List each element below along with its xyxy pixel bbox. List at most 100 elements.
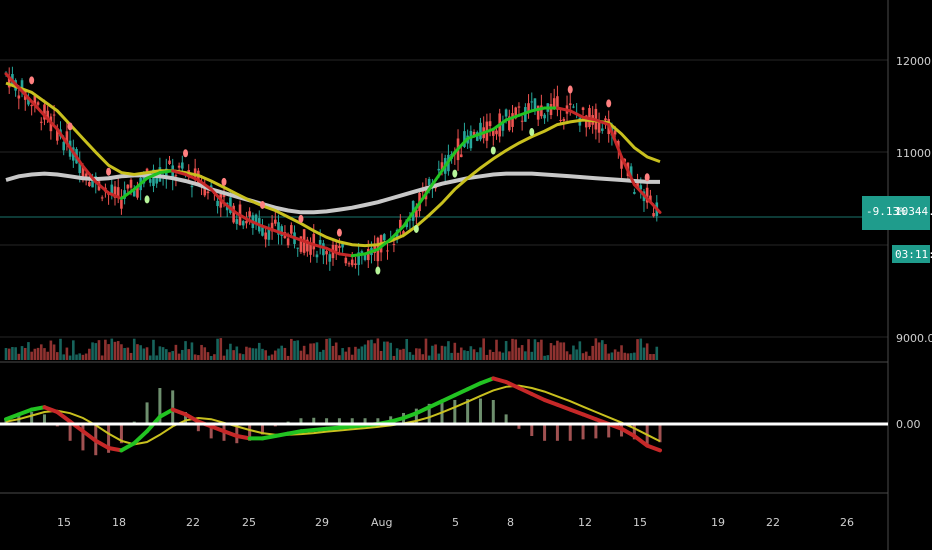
volume-bar bbox=[629, 353, 633, 360]
macd-histogram-bar bbox=[530, 424, 534, 436]
signal-dot bbox=[375, 266, 381, 275]
volume-bar bbox=[88, 348, 91, 360]
candle-body bbox=[315, 254, 319, 258]
candle-body bbox=[318, 240, 322, 245]
candle-body bbox=[338, 245, 341, 248]
volume-bar bbox=[126, 347, 130, 360]
volume-bar bbox=[623, 352, 627, 360]
volume-bar bbox=[581, 353, 585, 360]
candle-body bbox=[437, 168, 441, 171]
candle-body bbox=[216, 200, 219, 207]
candle-body bbox=[36, 102, 40, 105]
candle-body bbox=[190, 185, 194, 188]
volume-bar bbox=[456, 352, 460, 360]
volume-bar bbox=[620, 345, 623, 360]
macd-histogram-bar bbox=[171, 390, 175, 424]
volume-bar bbox=[508, 351, 511, 360]
candle-body bbox=[248, 211, 251, 217]
candle-body bbox=[552, 98, 556, 108]
volume-bar bbox=[607, 353, 611, 360]
volume-bar bbox=[437, 353, 441, 360]
volume-bar bbox=[190, 342, 194, 360]
volume-bar bbox=[267, 355, 271, 360]
candle-body bbox=[581, 107, 585, 111]
macd-histogram-bar bbox=[491, 400, 495, 424]
volume-bar bbox=[431, 345, 434, 360]
volume-bar bbox=[344, 351, 348, 360]
volume-bar bbox=[97, 340, 101, 360]
volume-bar bbox=[568, 354, 572, 360]
volume-bar bbox=[322, 349, 325, 360]
volume-bar bbox=[193, 354, 197, 360]
volume-bar bbox=[104, 339, 107, 360]
volume-bar bbox=[120, 344, 123, 360]
countdown-timer: 03:11:49 bbox=[895, 248, 932, 261]
candle-body bbox=[344, 257, 348, 264]
volume-bar bbox=[533, 339, 537, 360]
candle-body bbox=[488, 121, 492, 127]
volume-bar bbox=[206, 352, 210, 360]
volume-bar bbox=[283, 347, 287, 360]
candle-body bbox=[116, 187, 120, 197]
x-label: 19 bbox=[711, 516, 725, 529]
volume-bar bbox=[543, 355, 546, 360]
signal-dot bbox=[106, 167, 112, 176]
volume-bar bbox=[273, 350, 277, 360]
macd-histogram-bar bbox=[594, 424, 598, 439]
chart-canvas[interactable]: 12000.00 11000.00 9000.00 0.00 -9.13% 10… bbox=[0, 0, 932, 550]
volume-bar bbox=[466, 350, 469, 360]
candle-body bbox=[177, 165, 181, 168]
volume-bar bbox=[408, 352, 412, 360]
volume-bar bbox=[556, 340, 559, 360]
volume-bar bbox=[238, 353, 242, 360]
volume-bar bbox=[652, 354, 655, 360]
signal-dot bbox=[298, 214, 304, 223]
x-label: 18 bbox=[112, 516, 126, 529]
volume-bar bbox=[594, 338, 598, 360]
volume-bar bbox=[604, 344, 607, 360]
candle-body bbox=[459, 154, 463, 158]
volume-bar bbox=[459, 347, 463, 360]
candle-body bbox=[504, 109, 508, 117]
volume-bar bbox=[453, 342, 457, 360]
macd-histogram-bar bbox=[453, 400, 457, 424]
volume-bar bbox=[443, 346, 447, 360]
candle-body bbox=[100, 197, 104, 199]
volume-bar bbox=[11, 347, 14, 360]
candle-body bbox=[652, 213, 655, 217]
candle-body bbox=[568, 103, 572, 106]
signal-dot bbox=[29, 76, 35, 85]
volume-bar bbox=[520, 345, 524, 360]
volume-bar bbox=[62, 354, 66, 360]
candle-body bbox=[88, 182, 91, 187]
volume-bar bbox=[511, 338, 514, 360]
volume-bar bbox=[655, 346, 659, 360]
volume-bar bbox=[354, 346, 357, 360]
volume-bar bbox=[382, 341, 386, 360]
volume-bar bbox=[187, 349, 191, 360]
candle-body bbox=[517, 106, 521, 108]
volume-bar bbox=[501, 352, 505, 360]
volume-bar bbox=[306, 354, 309, 360]
volume-bar bbox=[309, 343, 312, 360]
macd-histogram-bar bbox=[478, 398, 482, 424]
candle-body bbox=[129, 179, 133, 188]
volume-bar bbox=[251, 348, 255, 360]
volume-bar bbox=[39, 344, 43, 360]
candle-body bbox=[241, 221, 245, 226]
x-label: 15 bbox=[57, 516, 71, 529]
volume-bar bbox=[402, 348, 405, 360]
candle-body bbox=[17, 95, 21, 99]
volume-bar bbox=[59, 338, 62, 360]
candle-body bbox=[261, 227, 264, 236]
volume-bar bbox=[139, 345, 142, 360]
volume-bar bbox=[536, 342, 540, 360]
candle-body bbox=[520, 120, 524, 122]
volume-bar bbox=[209, 355, 213, 360]
x-label: 26 bbox=[840, 516, 854, 529]
volume-bar bbox=[373, 343, 376, 360]
candle-body bbox=[120, 199, 123, 209]
volume-bar bbox=[203, 347, 207, 360]
volume-bar bbox=[565, 351, 569, 360]
volume-bar bbox=[200, 344, 203, 360]
